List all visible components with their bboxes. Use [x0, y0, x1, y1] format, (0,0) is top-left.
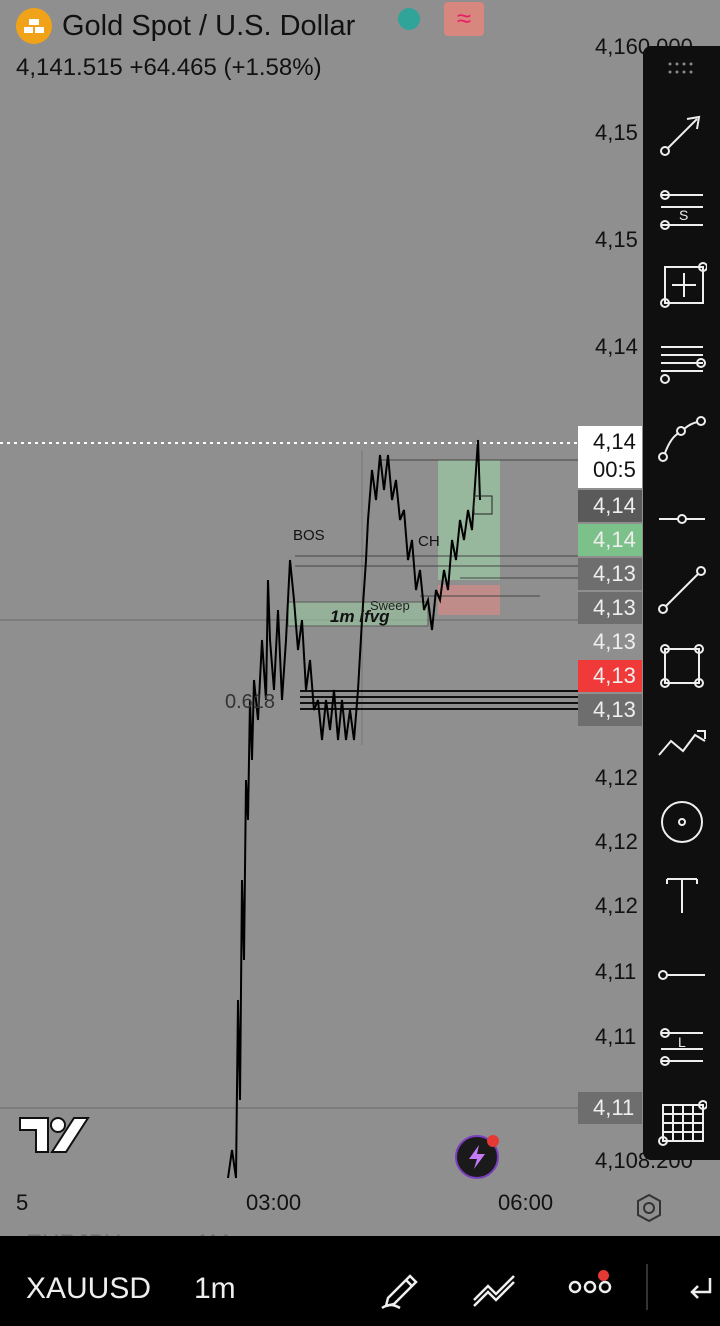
price-badge: 4,13: [578, 694, 642, 726]
grid-icon[interactable]: [643, 1092, 720, 1152]
price-badge: 4,13: [578, 626, 642, 658]
ch-label: CH: [418, 533, 440, 550]
bos-label: BOS: [293, 527, 325, 544]
price-badge: 4,13: [578, 592, 642, 624]
price-label: 4,11: [595, 1024, 637, 1049]
pencil-icon[interactable]: [380, 1266, 420, 1310]
last-price-value: 4,14: [593, 429, 636, 454]
drag-handle-icon[interactable]: [667, 60, 695, 76]
notification-dot: [487, 1135, 499, 1147]
horizontal-ray-l-icon[interactable]: L: [643, 1016, 720, 1076]
tradingview-logo-icon: [19, 1117, 90, 1153]
more-notification-dot: [598, 1270, 609, 1281]
rectangle-icon[interactable]: [643, 636, 720, 696]
price-label: 4,15: [595, 227, 638, 252]
toolbar-divider: [646, 1264, 648, 1310]
fvg-label: 1m ifvg: [330, 607, 390, 626]
trend-line-icon[interactable]: [643, 560, 720, 620]
price-badge: 4,14: [578, 490, 642, 522]
flash-alert-icon[interactable]: [455, 1135, 499, 1179]
time-label: 5: [16, 1190, 29, 1215]
price-label: 4,12: [595, 893, 638, 918]
price-label: 4,12: [595, 829, 638, 854]
circle-icon[interactable]: [643, 788, 720, 848]
drawing-toolbar[interactable]: S L: [643, 46, 720, 1160]
time-label: 06:00: [498, 1190, 554, 1215]
price-chart-canvas[interactable]: BOS CH Sweep 1m ifvg 0.618: [0, 0, 640, 1190]
symbol-button[interactable]: XAUUSD: [26, 1272, 151, 1306]
horizontal-line-icon[interactable]: [643, 940, 720, 1000]
time-label: 03:00: [246, 1190, 302, 1215]
interval-button[interactable]: 1m: [194, 1272, 236, 1306]
horizontal-ray-s-icon[interactable]: S: [643, 180, 720, 240]
bottom-toolbar: XAUUSD 1m: [0, 1236, 720, 1326]
chart-area[interactable]: Gold Spot / U.S. Dollar 4,141.515 +64.46…: [0, 0, 720, 1257]
parallel-lines-icon[interactable]: [643, 332, 720, 392]
long-position-box-icon[interactable]: [643, 256, 720, 316]
price-label: 4,12: [595, 765, 638, 790]
price-badge: 4,14: [578, 524, 642, 556]
countdown-timer: 00:5: [593, 457, 636, 482]
price-badge: 4,13: [578, 660, 642, 692]
price-label: 4,11: [595, 959, 637, 984]
svg-text:L: L: [678, 1034, 686, 1050]
minor-levels: [295, 459, 578, 597]
price-label: 4,14: [595, 334, 638, 359]
back-arrow-icon[interactable]: [686, 1274, 714, 1302]
settings-gear-icon[interactable]: [634, 1193, 664, 1223]
curve-icon[interactable]: [643, 408, 720, 468]
trend-line-arrow-icon[interactable]: [643, 104, 720, 164]
fib-label: 0.618: [225, 691, 275, 713]
zigzag-icon[interactable]: [643, 712, 720, 772]
drawings-icon[interactable]: [470, 1266, 518, 1310]
price-label: 4,15: [595, 120, 638, 145]
horizontal-dot-line-icon[interactable]: [643, 484, 720, 544]
price-badge: 4,11: [578, 1092, 642, 1124]
svg-text:S: S: [679, 207, 688, 223]
last-price-badge: 4,14 00:5: [578, 426, 642, 488]
text-icon[interactable]: [643, 864, 720, 924]
price-badge: 4,13: [578, 558, 642, 590]
